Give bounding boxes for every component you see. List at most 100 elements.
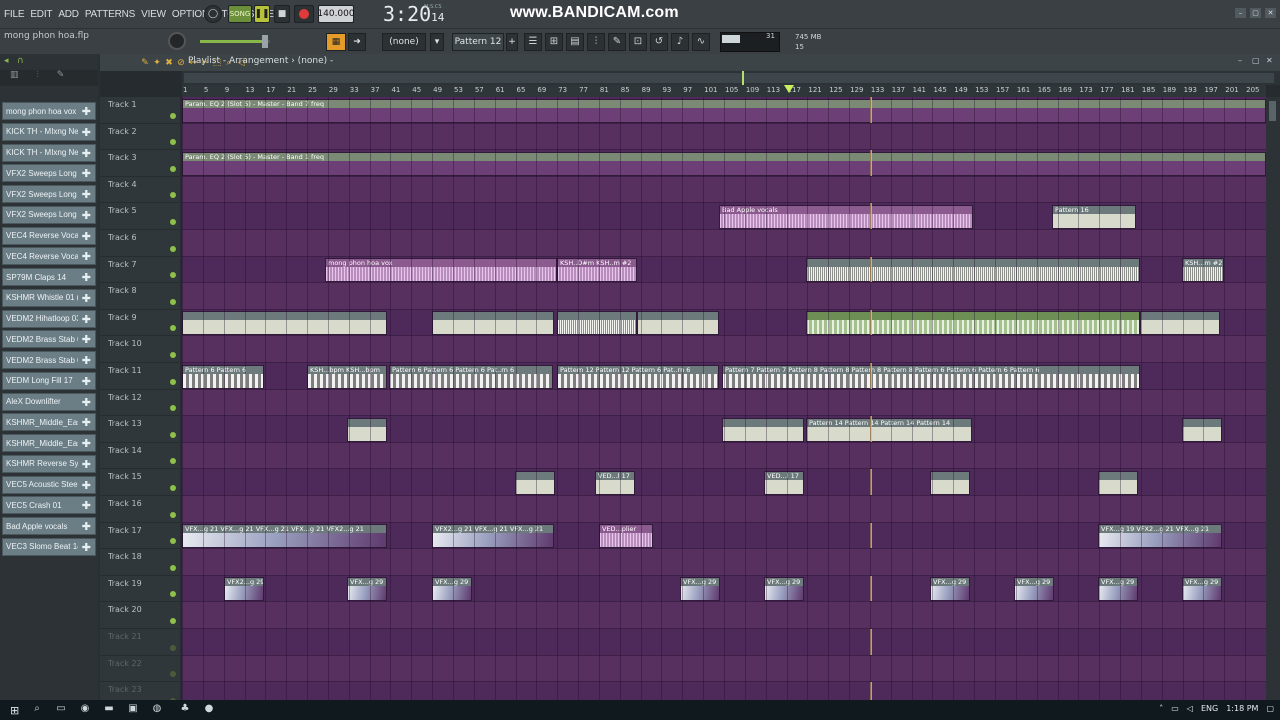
undo-icon[interactable]: ↺ — [650, 33, 668, 51]
vertical-scrollbar[interactable] — [1266, 97, 1280, 700]
track-active-indicator[interactable] — [170, 591, 176, 598]
snap-selector[interactable]: (none) — [382, 33, 426, 51]
delete-icon[interactable]: ✖ — [164, 57, 174, 69]
menu-add[interactable]: ADD — [58, 9, 79, 20]
track-active-indicator[interactable] — [170, 564, 176, 571]
track-header[interactable]: Track 13 — [100, 416, 180, 443]
add-icon[interactable]: ✚ — [82, 479, 91, 492]
timeline-ruler[interactable]: 1 5 9 13 17 21 25 29 33 37 41 45 49 53 57 61 65 69 73 77 81 8… — [182, 85, 1266, 97]
channel-button[interactable]: VEDM2 Hihatloop 036... ✚ — [2, 309, 96, 328]
track-active-indicator[interactable] — [170, 405, 176, 412]
track-active-indicator[interactable] — [170, 538, 176, 545]
record-button[interactable] — [294, 5, 314, 23]
add-icon[interactable]: ✚ — [82, 458, 91, 471]
menu-edit[interactable]: EDIT — [30, 9, 52, 20]
menu-patterns[interactable]: PATTERNS — [85, 9, 135, 20]
track-header[interactable]: Track 19 — [100, 575, 180, 603]
track-active-indicator[interactable] — [170, 139, 176, 146]
channel-button[interactable]: VEC5 Crash 01 ✚ — [2, 496, 96, 515]
add-icon[interactable]: ✚ — [82, 520, 91, 533]
track-header[interactable]: Track 7 — [100, 256, 180, 284]
track-active-indicator[interactable] — [170, 351, 176, 358]
magnet-icon[interactable]: ∩ — [17, 56, 25, 66]
tab-edit-icon[interactable]: ✎ — [57, 70, 65, 86]
master-pitch-knob[interactable] — [168, 32, 186, 50]
track-header[interactable]: Track 17 — [100, 522, 180, 550]
track-header[interactable]: Track 18 — [100, 549, 180, 576]
channel-button[interactable]: SP79M Claps 14 ✚ — [2, 268, 96, 286]
wave-icon[interactable]: ∿ — [692, 33, 710, 51]
channel-button[interactable]: VEC3 Slomo Beat 140... ✚ — [2, 537, 96, 556]
input-language[interactable]: ENG — [1201, 704, 1218, 713]
menu-file[interactable]: FILE — [4, 9, 25, 20]
track-active-indicator[interactable] — [170, 192, 176, 199]
add-icon[interactable]: ✚ — [82, 499, 91, 512]
edge-icon[interactable]: ◉ — [78, 703, 92, 717]
add-icon[interactable]: ✚ — [82, 126, 91, 139]
task-view-icon[interactable]: ▭ — [54, 703, 68, 717]
tempo-display[interactable]: 140.000 — [317, 5, 355, 23]
channel-button[interactable]: Bad Apple vocals ✚ — [2, 517, 96, 535]
minimize-icon[interactable]: – — [1235, 8, 1246, 18]
add-icon[interactable]: ✚ — [82, 188, 91, 201]
track-header[interactable]: Track 9 — [100, 309, 180, 337]
channel-button[interactable]: KSHMR Whistle 01 (D... ✚ — [2, 288, 96, 307]
fl-studio-icon[interactable]: ♣ — [178, 703, 192, 717]
plugin-picker-icon[interactable]: ✎ — [608, 33, 626, 51]
track-active-indicator[interactable] — [170, 511, 176, 518]
browser-icon[interactable]: ⊡ — [629, 33, 647, 51]
channel-button[interactable]: KSHMR Reverse Synt... ✚ — [2, 454, 96, 473]
arrangement-grid[interactable]: Param. EQ 2 (Slot 5) - Master - Band 7 f… — [182, 97, 1266, 700]
channel-button[interactable]: VFX2 Sweeps Long 19 ✚ — [2, 185, 96, 203]
track-header[interactable]: Track 12 — [100, 389, 180, 417]
add-icon[interactable]: ✚ — [82, 292, 91, 305]
track-header[interactable]: Track 4 — [100, 176, 180, 204]
track-active-indicator[interactable] — [170, 325, 176, 332]
track-header[interactable]: Track 20 — [100, 602, 180, 629]
playhead-marker[interactable] — [784, 85, 794, 93]
windows-start-icon[interactable]: ⊞ — [10, 704, 19, 717]
snap-icon[interactable]: ▦ — [326, 33, 346, 51]
add-icon[interactable]: ✚ — [82, 375, 91, 388]
track-header[interactable]: Track 15 — [100, 469, 180, 496]
menu-view[interactable]: VIEW — [141, 9, 166, 20]
add-icon[interactable]: ✚ — [82, 437, 91, 450]
pattern-selector[interactable]: Pattern 12 — [452, 33, 504, 51]
tray-up-icon[interactable]: ˄ — [1159, 704, 1163, 713]
track-header[interactable]: Track 2 — [100, 123, 180, 151]
arrow-left-icon[interactable]: ◂ — [4, 56, 12, 66]
channel-button[interactable]: VEDM Long Fill 17 ✚ — [2, 371, 96, 390]
add-icon[interactable]: ✚ — [82, 354, 91, 367]
channel-button[interactable]: KSHMR_Middle_East... ✚ — [2, 434, 96, 452]
add-icon[interactable]: ✚ — [82, 250, 91, 263]
close-icon[interactable]: ✕ — [1266, 56, 1276, 66]
channel-rack-icon[interactable]: ▤ — [566, 33, 584, 51]
volume-icon[interactable]: ◁ — [1187, 704, 1193, 713]
mixer-icon[interactable]: ⫶ — [587, 33, 605, 51]
track-header[interactable]: Track 5 — [100, 203, 180, 230]
track-active-indicator[interactable] — [170, 272, 176, 279]
track-active-indicator[interactable] — [170, 484, 176, 491]
add-icon[interactable]: ✚ — [82, 271, 91, 284]
track-header[interactable]: Track 14 — [100, 442, 180, 470]
track-header[interactable]: Track 11 — [100, 363, 180, 390]
track-header[interactable]: Track 21 — [100, 629, 180, 656]
channel-button[interactable]: VEDM2 Brass Stab 01... ✚ — [2, 330, 96, 349]
add-pattern-icon[interactable]: + — [506, 33, 518, 51]
channel-button[interactable]: VFX2 Sweeps Long 29 ✚ — [2, 164, 96, 183]
add-icon[interactable]: ✚ — [82, 396, 91, 409]
channel-button[interactable]: KICK TH - MIxng Ne2... ✚ — [2, 143, 96, 162]
playlist-icon[interactable]: ☰ — [524, 33, 542, 51]
bandicam-icon[interactable]: ● — [202, 703, 216, 717]
pencil-icon[interactable]: ✎ — [140, 57, 150, 69]
channel-button[interactable]: VFX2 Sweeps Long 21 ✚ — [2, 205, 96, 224]
track-active-indicator[interactable] — [170, 671, 176, 678]
add-icon[interactable]: ✚ — [82, 167, 91, 180]
track-header[interactable]: Track 16 — [100, 496, 180, 523]
track-active-indicator[interactable] — [170, 112, 176, 119]
track-header[interactable]: Track 3 — [100, 150, 180, 177]
track-header[interactable]: Track 1 — [100, 97, 180, 124]
master-volume-slider[interactable] — [200, 35, 270, 48]
pattern-song-knob[interactable]: ◯ — [204, 5, 222, 23]
mute-icon[interactable]: ⊘ — [176, 57, 186, 69]
